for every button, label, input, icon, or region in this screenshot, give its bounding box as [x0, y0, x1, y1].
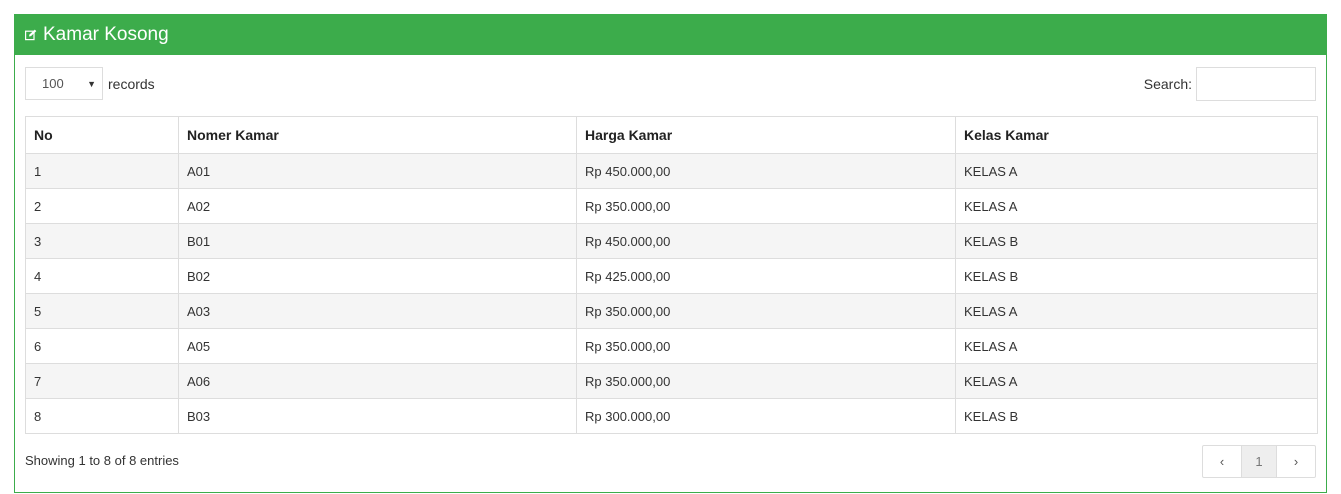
cell-kelas-kamar: KELAS B: [955, 258, 1318, 294]
column-header-nomer-kamar[interactable]: Nomer Kamar: [178, 116, 577, 154]
cell-nomer-kamar: B01: [178, 223, 577, 259]
column-header-no[interactable]: No: [25, 116, 179, 154]
length-control: 100 ▼ records: [25, 67, 155, 100]
table-body: 1 A01 Rp 450.000,00 KELAS A 2 A02 Rp 350.000,0…: [25, 153, 1318, 434]
cell-no: 1: [25, 153, 179, 189]
cell-no: 7: [25, 363, 179, 399]
cell-nomer-kamar: A02: [178, 188, 577, 224]
chevron-down-icon: ▼: [87, 78, 96, 89]
table-controls: 100 ▼ records Search:: [25, 67, 1316, 101]
cell-kelas-kamar: KELAS B: [955, 223, 1318, 259]
cell-harga-kamar: Rp 300.000,00: [576, 398, 956, 434]
cell-no: 8: [25, 398, 179, 434]
cell-nomer-kamar: A03: [178, 293, 577, 329]
pagination: ‹ 1 ›: [1202, 445, 1316, 478]
cell-kelas-kamar: KELAS A: [955, 328, 1318, 364]
table-row: 5 A03 Rp 350.000,00 KELAS A: [25, 293, 1318, 329]
table-row: 4 B02 Rp 425.000,00 KELAS B: [25, 258, 1318, 294]
column-header-harga-kamar[interactable]: Harga Kamar: [576, 116, 956, 154]
cell-harga-kamar: Rp 425.000,00: [576, 258, 956, 294]
table-header-row: No Nomer Kamar Harga Kamar Kelas Kamar: [25, 116, 1318, 154]
edit-icon: [25, 29, 37, 41]
cell-no: 3: [25, 223, 179, 259]
cell-kelas-kamar: KELAS A: [955, 153, 1318, 189]
cell-kelas-kamar: KELAS A: [955, 188, 1318, 224]
cell-no: 2: [25, 188, 179, 224]
cell-no: 5: [25, 293, 179, 329]
cell-kelas-kamar: KELAS B: [955, 398, 1318, 434]
table-row: 3 B01 Rp 450.000,00 KELAS B: [25, 223, 1318, 259]
panel-title: Kamar Kosong: [43, 24, 169, 45]
page-1-button[interactable]: 1: [1241, 446, 1277, 477]
table-row: 2 A02 Rp 350.000,00 KELAS A: [25, 188, 1318, 224]
cell-kelas-kamar: KELAS A: [955, 293, 1318, 329]
next-page-button[interactable]: ›: [1277, 446, 1315, 477]
search-control: Search:: [1144, 67, 1316, 101]
kamar-kosong-panel: Kamar Kosong 100 ▼ records Search: No No…: [14, 14, 1327, 493]
cell-harga-kamar: Rp 350.000,00: [576, 293, 956, 329]
records-per-page-select[interactable]: 100 ▼: [25, 67, 103, 100]
cell-nomer-kamar: B03: [178, 398, 577, 434]
table-row: 6 A05 Rp 350.000,00 KELAS A: [25, 328, 1318, 364]
cell-harga-kamar: Rp 350.000,00: [576, 363, 956, 399]
rooms-table: No Nomer Kamar Harga Kamar Kelas Kamar 1…: [25, 116, 1318, 434]
records-label: records: [108, 75, 155, 92]
cell-nomer-kamar: A01: [178, 153, 577, 189]
table-row: 1 A01 Rp 450.000,00 KELAS A: [25, 153, 1318, 189]
cell-no: 4: [25, 258, 179, 294]
cell-harga-kamar: Rp 450.000,00: [576, 223, 956, 259]
cell-harga-kamar: Rp 450.000,00: [576, 153, 956, 189]
panel-heading: Kamar Kosong: [15, 15, 1326, 55]
previous-page-button[interactable]: ‹: [1203, 446, 1241, 477]
entries-info: Showing 1 to 8 of 8 entries: [25, 453, 179, 468]
table-row: 8 B03 Rp 300.000,00 KELAS B: [25, 398, 1318, 434]
cell-harga-kamar: Rp 350.000,00: [576, 188, 956, 224]
cell-harga-kamar: Rp 350.000,00: [576, 328, 956, 364]
search-input[interactable]: [1196, 67, 1316, 101]
table-row: 7 A06 Rp 350.000,00 KELAS A: [25, 363, 1318, 399]
search-label: Search:: [1143, 76, 1192, 92]
cell-nomer-kamar: B02: [178, 258, 577, 294]
cell-nomer-kamar: A05: [178, 328, 577, 364]
column-header-kelas-kamar[interactable]: Kelas Kamar: [955, 116, 1318, 154]
cell-nomer-kamar: A06: [178, 363, 577, 399]
cell-no: 6: [25, 328, 179, 364]
records-per-page-value: 100: [42, 76, 64, 91]
cell-kelas-kamar: KELAS A: [955, 363, 1318, 399]
